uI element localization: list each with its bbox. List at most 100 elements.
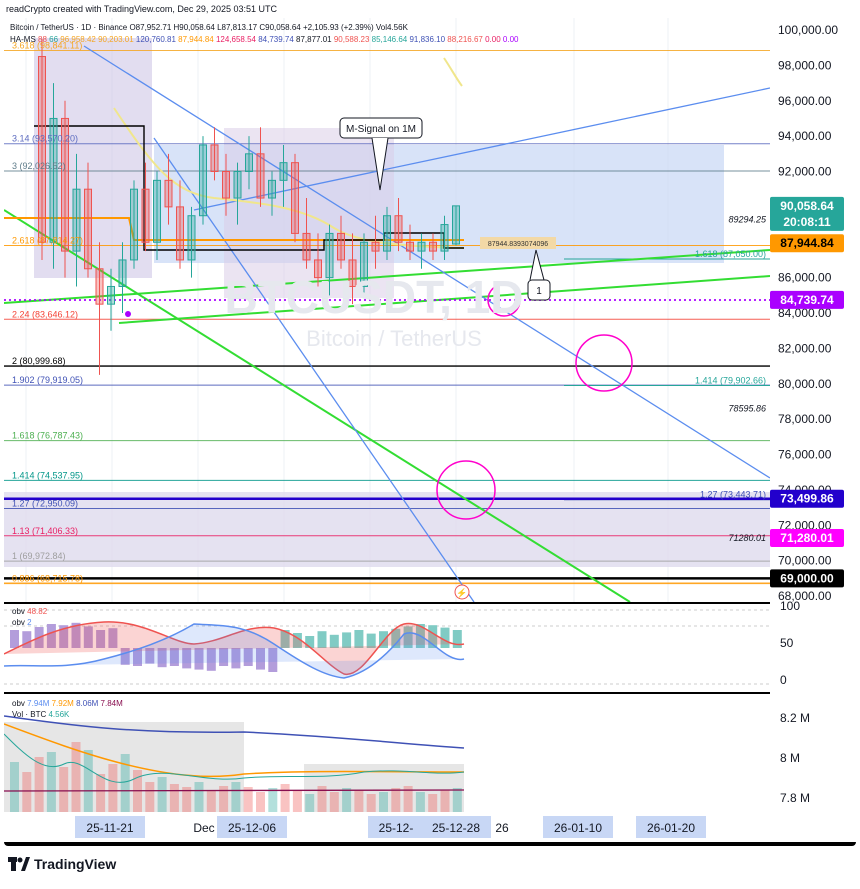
candle-body bbox=[95, 268, 104, 305]
osc2-svg: obv 7.94M 7.92M 8.06M 7.84M Vol · BTC 4.… bbox=[3, 699, 465, 812]
time-label-text: 26-01-20 bbox=[647, 821, 695, 835]
candle-body bbox=[141, 188, 150, 243]
footer: TradingView bbox=[0, 846, 860, 884]
osc2-volume-bar bbox=[206, 790, 216, 812]
price-badge[interactable]: 90,058.64 20:08:11 bbox=[770, 196, 844, 231]
price-box-text: 87944.8393074096 bbox=[488, 241, 548, 248]
osc1-bar bbox=[366, 633, 376, 648]
osc2-volume-bar bbox=[452, 788, 462, 812]
osc1-bar bbox=[452, 630, 462, 648]
osc2-tick: 8.2 M bbox=[780, 711, 810, 725]
osc2-volume-bar bbox=[366, 794, 376, 812]
time-label[interactable]: 25-11-21 bbox=[75, 816, 145, 838]
osc2-volume-bar bbox=[10, 762, 19, 812]
osc1-tick: 0 bbox=[780, 673, 787, 687]
price-badge[interactable]: 71,280.01 bbox=[770, 528, 844, 547]
fib-label: 1 (69,972.84) bbox=[12, 551, 66, 561]
osc2-tick: 7.8 M bbox=[780, 791, 810, 805]
price-badge[interactable]: 84,739.74 bbox=[770, 290, 844, 309]
price-badge[interactable]: 73,499.86 bbox=[770, 489, 844, 508]
osc2-volume-bar bbox=[292, 790, 302, 812]
candle-body bbox=[291, 162, 299, 234]
price-badge-label: 69,000.00 bbox=[780, 571, 834, 585]
time-label[interactable]: 25-12-06 bbox=[217, 816, 287, 838]
time-label[interactable]: 25-12-28 bbox=[421, 816, 491, 838]
price-badge-label: 73,499.86 bbox=[780, 492, 834, 506]
osc2-volume-bar bbox=[231, 782, 241, 812]
osc2-volume-bar bbox=[145, 782, 155, 812]
osc1-bar bbox=[342, 632, 352, 648]
osc2-legend-1: obv 7.94M 7.92M 8.06M 7.84M bbox=[12, 699, 123, 708]
legend-line-2-text: HA-MS 88 66 96,958.42 90,203.01 120,760.… bbox=[10, 35, 519, 44]
osc1-svg: obv 48.82 obv 2 bbox=[3, 607, 770, 685]
candle-body bbox=[268, 179, 276, 199]
candle-body bbox=[38, 56, 46, 243]
main-price-pane[interactable]: BTCUSDT, 1D Bitcoin / TetherUS M-Signal … bbox=[3, 18, 771, 603]
time-label[interactable]: Dec bbox=[193, 821, 214, 835]
osc1-legend-2: obv 2 bbox=[12, 618, 32, 627]
candle-body bbox=[452, 205, 460, 245]
time-axis[interactable]: 25-11-21 Dec 25-12-06 25-12- 25-12-28 26 26-01… bbox=[4, 812, 770, 842]
purple-zone-lower bbox=[4, 492, 770, 567]
tradingview-icon bbox=[8, 857, 30, 871]
yellow-ma-top bbox=[443, 57, 463, 87]
price-tick: 78,000.00 bbox=[778, 412, 832, 426]
fib-label: 2 (80,999.68) bbox=[12, 356, 66, 366]
price-badge[interactable]: 69,000.00 bbox=[770, 569, 844, 588]
watermark-name: Bitcoin / TetherUS bbox=[306, 326, 482, 351]
osc2-volume-bar bbox=[120, 754, 130, 812]
osc2-volume-bar bbox=[391, 788, 401, 812]
candle-body bbox=[187, 215, 196, 261]
osc2-volume-bar bbox=[34, 757, 44, 812]
time-label-text: 26-01-10 bbox=[554, 821, 602, 835]
candle-body bbox=[210, 144, 219, 172]
candle-body bbox=[176, 206, 184, 261]
time-label[interactable]: 26 bbox=[495, 821, 509, 835]
price-badge-countdown: 20:08:11 bbox=[783, 215, 831, 229]
osc2-volume-bar bbox=[108, 764, 118, 812]
price-note: 78595.86 bbox=[728, 404, 766, 414]
time-label-text: 25-12-06 bbox=[228, 821, 276, 835]
price-tick: 92,000.00 bbox=[778, 165, 832, 179]
osc2-volume-bar bbox=[354, 790, 364, 812]
fib-label: 2.24 (83,646.12) bbox=[12, 309, 78, 319]
fib-label: 2.618 (87,814.27) bbox=[12, 236, 83, 246]
fib-label-right: 1.27 (73,443.71) bbox=[700, 490, 766, 500]
candle-body bbox=[222, 171, 230, 199]
fib-label: 1.618 (76,787.43) bbox=[12, 431, 83, 441]
price-badge[interactable]: 87,944.84 bbox=[770, 234, 844, 253]
osc1-bar bbox=[354, 630, 364, 648]
osc1-tick: 100 bbox=[780, 599, 800, 613]
osc2-volume-bar bbox=[342, 788, 352, 812]
watermark-symbol: BTCUSDT, 1D bbox=[224, 271, 523, 323]
osc2-volume-bar bbox=[428, 794, 438, 812]
oscillator-pane-2[interactable]: obv 7.94M 7.92M 8.06M 7.84M Vol · BTC 4.… bbox=[3, 694, 770, 812]
osc2-volume-bar bbox=[268, 788, 278, 812]
candle-body bbox=[107, 285, 115, 305]
osc2-volume-bar bbox=[379, 792, 388, 812]
candle-body bbox=[199, 144, 207, 217]
price-axis[interactable]: 100,000.00 98,000.00 96,000.00 94,000.00 92,… bbox=[770, 18, 856, 812]
candle-body bbox=[440, 224, 449, 252]
osc2-volume-bar bbox=[256, 792, 265, 812]
candle-body bbox=[371, 241, 380, 252]
price-box-callout[interactable]: 87944.8393074096 bbox=[480, 237, 556, 249]
price-tick: 98,000.00 bbox=[778, 58, 832, 72]
oscillator-pane-1[interactable]: obv 48.82 obv 2 bbox=[3, 604, 770, 692]
fib-label-right: 1.414 (79,902.66) bbox=[695, 375, 766, 385]
tradingview-logo[interactable]: TradingView bbox=[0, 846, 200, 884]
fib-label: 3.14 (93,570.20) bbox=[12, 134, 78, 144]
time-label[interactable]: 26-01-20 bbox=[636, 816, 706, 838]
osc2-volume-bar bbox=[415, 792, 425, 812]
candle-body bbox=[279, 162, 288, 181]
time-label[interactable]: 26-01-10 bbox=[543, 816, 613, 838]
osc1-tick: 50 bbox=[780, 636, 794, 650]
target-circle-2[interactable] bbox=[575, 334, 633, 392]
time-label[interactable]: 25-12- bbox=[368, 816, 424, 838]
main-chart-svg[interactable]: BTCUSDT, 1D Bitcoin / TetherUS M-Signal … bbox=[3, 18, 771, 603]
price-note: 71280.01 bbox=[728, 533, 766, 543]
osc2-volume-bar bbox=[22, 772, 32, 812]
osc2-volume-bar bbox=[194, 782, 204, 812]
price-tick: 70,000.00 bbox=[778, 554, 832, 568]
alert-icon[interactable]: ⚡ bbox=[454, 584, 470, 600]
